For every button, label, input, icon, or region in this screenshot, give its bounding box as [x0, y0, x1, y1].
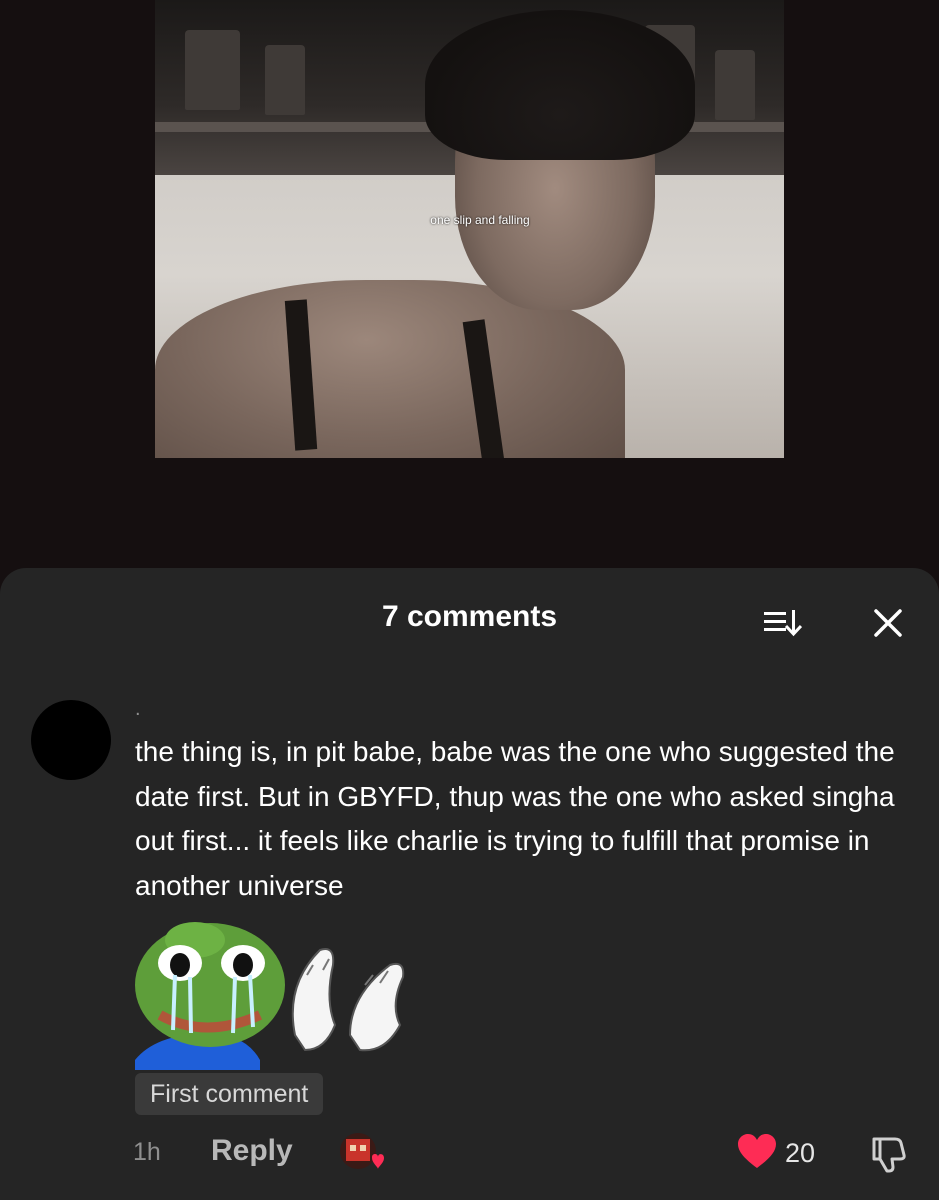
close-icon[interactable]: [870, 605, 906, 641]
comment-text: the thing is, in pit babe, babe was the …: [135, 736, 895, 901]
like-count: 20: [785, 1138, 816, 1168]
commenter-avatar[interactable]: [31, 700, 111, 780]
commenter-username[interactable]: .: [135, 698, 141, 721]
sort-icon[interactable]: [762, 604, 802, 640]
dislike-icon[interactable]: [869, 1133, 909, 1173]
video-caption-overlay: one slip and falling: [430, 213, 530, 227]
person-hair: [425, 10, 695, 160]
video-thumbnail: one slip and falling: [155, 0, 784, 458]
first-comment-badge: First comment: [135, 1073, 324, 1115]
reply-button[interactable]: Reply: [211, 1134, 293, 1168]
comment-timestamp: 1h: [133, 1138, 161, 1166]
video-player[interactable]: one slip and falling: [0, 0, 939, 580]
heart-icon[interactable]: [737, 1134, 777, 1170]
creator-liked-avatar-icon: [340, 1133, 384, 1169]
crying-frog-clapping-sticker: [135, 922, 405, 1070]
